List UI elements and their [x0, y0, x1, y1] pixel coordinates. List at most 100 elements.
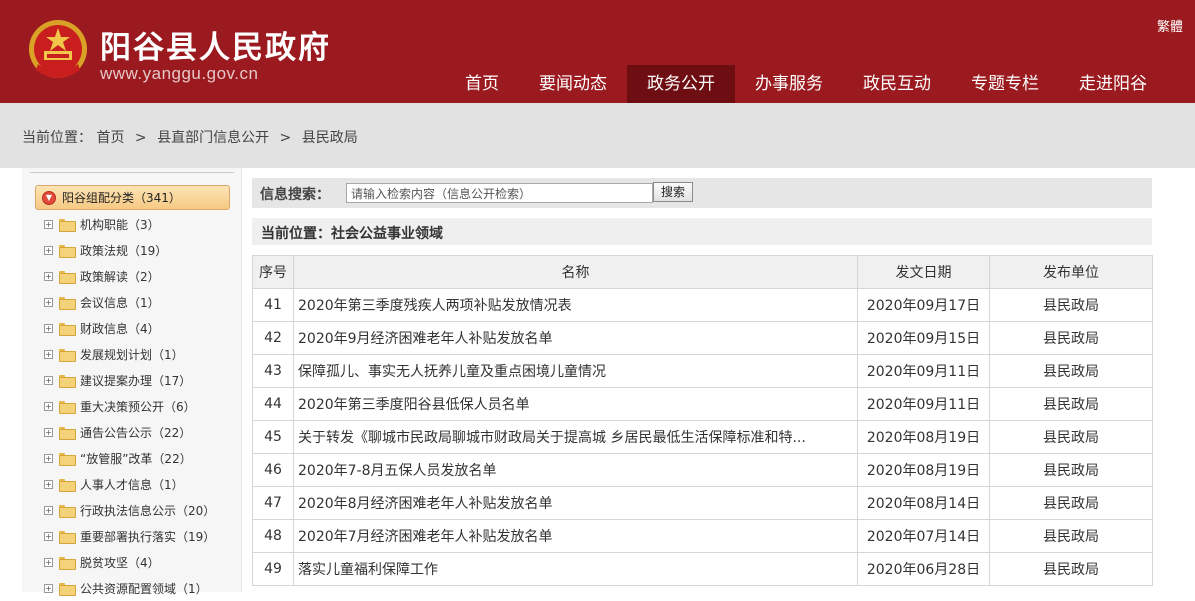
site-header: 阳谷县人民政府 www.yanggu.gov.cn 繁體 首页 要闻动态 政务公开办… — [0, 0, 1195, 103]
folder-icon — [59, 556, 76, 570]
tree-item[interactable]: + 人事人才信息（1） — [44, 471, 234, 497]
breadcrumb-separator: > — [134, 130, 147, 146]
expand-plus-icon[interactable]: + — [44, 453, 53, 463]
traditional-chinese-toggle[interactable]: 繁體 — [1157, 16, 1183, 35]
tree-item[interactable]: + 会议信息（1） — [44, 289, 234, 315]
search-input[interactable] — [346, 183, 653, 203]
row-number: 46 — [252, 453, 294, 487]
folder-icon — [59, 218, 76, 232]
folder-icon — [59, 374, 76, 388]
tree-item-label: 通告公告公示（22） — [80, 425, 192, 440]
category-tree: + 机构职能（3） + 政策法规（19） + 政策解读（2） + 会议信息（1） + 财政信息（4… — [44, 211, 234, 601]
folder-icon — [59, 530, 76, 544]
search-bar: 信息搜索： 搜索 — [252, 178, 1152, 208]
tree-item[interactable]: + 财政信息（4） — [44, 315, 234, 341]
tree-item-label: 财政信息（4） — [80, 321, 160, 336]
expand-plus-icon[interactable]: + — [44, 427, 53, 437]
row-title-link[interactable]: 2020年8月经济困难老年人补贴发放名单 — [293, 486, 858, 520]
table-row: 48 2020年7月经济困难老年人补贴发放名单 2020年07月14日 县民政局 — [252, 519, 1153, 553]
expand-plus-icon[interactable]: + — [44, 245, 53, 255]
expand-plus-icon[interactable]: + — [44, 323, 53, 333]
row-date: 2020年09月17日 — [857, 288, 990, 322]
tree-item[interactable]: + “放管服”改革（22） — [44, 445, 234, 471]
expand-plus-icon[interactable]: + — [44, 219, 53, 229]
tree-item-label: 重大决策预公开（6） — [80, 399, 196, 414]
row-number: 41 — [252, 288, 294, 322]
breadcrumb: 当前位置： 首页 > 县直部门信息公开 > 县民政局 — [22, 127, 358, 147]
row-title-link[interactable]: 落实儿童福利保障工作 — [293, 552, 858, 586]
nav-item[interactable]: 要闻动态 — [519, 65, 627, 103]
breadcrumb-separator: > — [279, 130, 292, 146]
expand-plus-icon[interactable]: + — [44, 505, 53, 515]
national-emblem-icon[interactable] — [26, 18, 90, 84]
site-url: www.yanggu.gov.cn — [100, 64, 259, 83]
table-row: 42 2020年9月经济困难老年人补贴发放名单 2020年09月15日 县民政局 — [252, 321, 1153, 355]
nav-item[interactable]: 政务公开 — [627, 65, 735, 103]
tree-item[interactable]: + 政策法规（19） — [44, 237, 234, 263]
table-row: 44 2020年第三季度阳谷县低保人员名单 2020年09月11日 县民政局 — [252, 387, 1153, 421]
row-number: 43 — [252, 354, 294, 388]
row-title-link[interactable]: 2020年第三季度残疾人两项补贴发放情况表 — [293, 288, 858, 322]
row-title-link[interactable]: 2020年7-8月五保人员发放名单 — [293, 453, 858, 487]
nav-item[interactable]: 政民互动 — [843, 65, 951, 103]
expand-plus-icon[interactable]: + — [44, 479, 53, 489]
nav-item[interactable]: 走进阳谷 — [1059, 65, 1167, 103]
breadcrumb-band: 当前位置： 首页 > 县直部门信息公开 > 县民政局 — [0, 103, 1195, 168]
expand-plus-icon[interactable]: + — [44, 557, 53, 567]
breadcrumb-civil-affairs[interactable]: 县民政局 — [302, 130, 358, 146]
tree-item-label: “放管服”改革（22） — [80, 451, 192, 466]
row-title-link[interactable]: 2020年7月经济困难老年人补贴发放名单 — [293, 519, 858, 553]
row-unit: 县民政局 — [989, 288, 1153, 322]
column-header-title: 名称 — [293, 255, 858, 289]
row-unit: 县民政局 — [989, 453, 1153, 487]
row-unit: 县民政局 — [989, 354, 1153, 388]
row-title-link[interactable]: 2020年第三季度阳谷县低保人员名单 — [293, 387, 858, 421]
site-title[interactable]: 阳谷县人民政府 — [100, 22, 331, 67]
tree-item-label: 重要部署执行落实（19） — [80, 529, 216, 544]
folder-icon — [59, 478, 76, 492]
folder-icon — [59, 426, 76, 440]
expand-plus-icon[interactable]: + — [44, 401, 53, 411]
row-date: 2020年09月11日 — [857, 387, 990, 421]
nav-item[interactable]: 首页 — [445, 65, 519, 103]
table-header-row: 序号 名称 发文日期 发布单位 — [252, 255, 1153, 289]
tree-root[interactable]: ▼ 阳谷组配分类（341） — [35, 185, 230, 210]
tree-item[interactable]: + 发展规划计划（1） — [44, 341, 234, 367]
row-unit: 县民政局 — [989, 420, 1153, 454]
table-row: 46 2020年7-8月五保人员发放名单 2020年08月19日 县民政局 — [252, 453, 1153, 487]
tree-root-label: 阳谷组配分类（341） — [62, 191, 181, 205]
tree-item[interactable]: + 通告公告公示（22） — [44, 419, 234, 445]
column-header-date: 发文日期 — [857, 255, 990, 289]
expand-plus-icon[interactable]: + — [44, 271, 53, 281]
collapse-down-icon[interactable]: ▼ — [42, 190, 56, 205]
nav-item[interactable]: 专题专栏 — [951, 65, 1059, 103]
expand-plus-icon[interactable]: + — [44, 297, 53, 307]
search-button[interactable]: 搜索 — [653, 182, 693, 202]
tree-item[interactable]: + 脱贫攻坚（4） — [44, 549, 234, 575]
expand-plus-icon[interactable]: + — [44, 531, 53, 541]
tree-item[interactable]: + 建议提案办理（17） — [44, 367, 234, 393]
expand-plus-icon[interactable]: + — [44, 349, 53, 359]
tree-item[interactable]: + 重大决策预公开（6） — [44, 393, 234, 419]
row-title-link[interactable]: 关于转发《聊城市民政局聊城市财政局关于提高城 乡居民最低生活保障标准和特... — [293, 420, 858, 454]
tree-item-label: 政策解读（2） — [80, 269, 160, 284]
current-location-label: 当前位置：社会公益事业领域 — [261, 226, 443, 242]
tree-item[interactable]: + 公共资源配置领域（1） — [44, 575, 234, 601]
folder-icon — [59, 270, 76, 284]
breadcrumb-home[interactable]: 首页 — [96, 130, 124, 146]
row-date: 2020年08月14日 — [857, 486, 990, 520]
tree-item[interactable]: + 行政执法信息公示（20） — [44, 497, 234, 523]
breadcrumb-dept-info[interactable]: 县直部门信息公开 — [157, 130, 269, 146]
expand-plus-icon[interactable]: + — [44, 583, 53, 593]
row-number: 44 — [252, 387, 294, 421]
tree-item[interactable]: + 重要部署执行落实（19） — [44, 523, 234, 549]
tree-item[interactable]: + 机构职能（3） — [44, 211, 234, 237]
nav-item[interactable]: 办事服务 — [735, 65, 843, 103]
row-title-link[interactable]: 2020年9月经济困难老年人补贴发放名单 — [293, 321, 858, 355]
expand-plus-icon[interactable]: + — [44, 375, 53, 385]
row-title-link[interactable]: 保障孤儿、事实无人抚养儿童及重点困境儿童情况 — [293, 354, 858, 388]
row-date: 2020年08月19日 — [857, 420, 990, 454]
folder-icon — [59, 348, 76, 362]
row-number: 45 — [252, 420, 294, 454]
tree-item[interactable]: + 政策解读（2） — [44, 263, 234, 289]
